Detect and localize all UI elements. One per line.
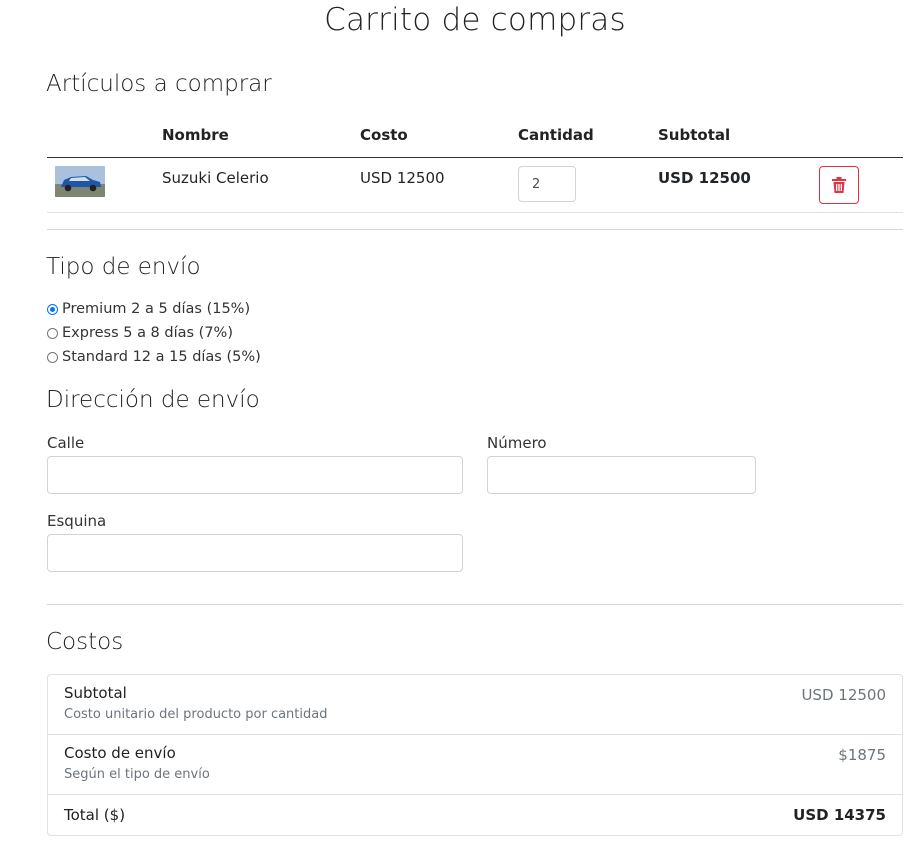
column-header-name: Nombre: [162, 126, 229, 144]
section-divider: [47, 229, 903, 230]
radio-standard[interactable]: [47, 351, 58, 363]
subtotal-label: Subtotal: [64, 684, 127, 702]
shipping-option-label: Premium 2 a 5 días (15%): [62, 301, 251, 317]
shipping-option-standard[interactable]: Standard 12 a 15 días (5%): [47, 349, 261, 365]
table-header-divider: [47, 157, 903, 158]
page-title: Carrito de compras: [324, 2, 626, 38]
column-header-cost: Costo: [360, 126, 408, 144]
section-divider: [47, 604, 903, 605]
number-input[interactable]: [487, 456, 756, 494]
subtotal-description: Costo unitario del producto por cantidad: [64, 707, 328, 722]
product-image: [55, 166, 105, 197]
product-subtotal: USD 12500: [658, 169, 751, 187]
shipping-option-premium[interactable]: Premium 2 a 5 días (15%): [47, 301, 250, 317]
quantity-input[interactable]: [518, 166, 576, 202]
shipping-option-label: Express 5 a 8 días (7%): [62, 325, 233, 341]
total-row: Total ($) USD 14375: [48, 795, 902, 835]
table-row-divider: [47, 212, 903, 213]
address-heading: Dirección de envío: [46, 387, 260, 413]
shipping-cost-description: Según el tipo de envío: [64, 767, 210, 782]
subtotal-row: Subtotal Costo unitario del producto por…: [48, 675, 902, 735]
total-label: Total ($): [64, 806, 126, 824]
product-name: Suzuki Celerio: [162, 169, 269, 187]
street-input[interactable]: [47, 456, 463, 494]
corner-input[interactable]: [47, 534, 463, 572]
shipping-option-express[interactable]: Express 5 a 8 días (7%): [47, 325, 233, 341]
radio-express[interactable]: [47, 327, 58, 339]
shipping-cost-label: Costo de envío: [64, 744, 176, 762]
trash-icon: [832, 177, 846, 193]
costs-list: Subtotal Costo unitario del producto por…: [47, 674, 903, 836]
corner-label: Esquina: [47, 512, 107, 530]
delete-item-button[interactable]: [819, 166, 859, 204]
radio-premium[interactable]: [47, 303, 58, 315]
street-label: Calle: [47, 434, 85, 452]
total-value: USD 14375: [793, 806, 886, 824]
shipping-option-label: Standard 12 a 15 días (5%): [62, 349, 261, 365]
subtotal-value: USD 12500: [801, 686, 886, 704]
column-header-subtotal: Subtotal: [658, 126, 731, 144]
shipping-cost-value: $1875: [838, 746, 886, 764]
shipping-cost-row: Costo de envío Según el tipo de envío $1…: [48, 735, 902, 795]
shipping-type-heading: Tipo de envío: [46, 254, 201, 280]
items-heading: Artículos a comprar: [46, 71, 272, 97]
costs-heading: Costos: [46, 629, 124, 655]
product-cost: USD 12500: [360, 169, 445, 187]
number-label: Número: [487, 434, 547, 452]
column-header-quantity: Cantidad: [518, 126, 594, 144]
